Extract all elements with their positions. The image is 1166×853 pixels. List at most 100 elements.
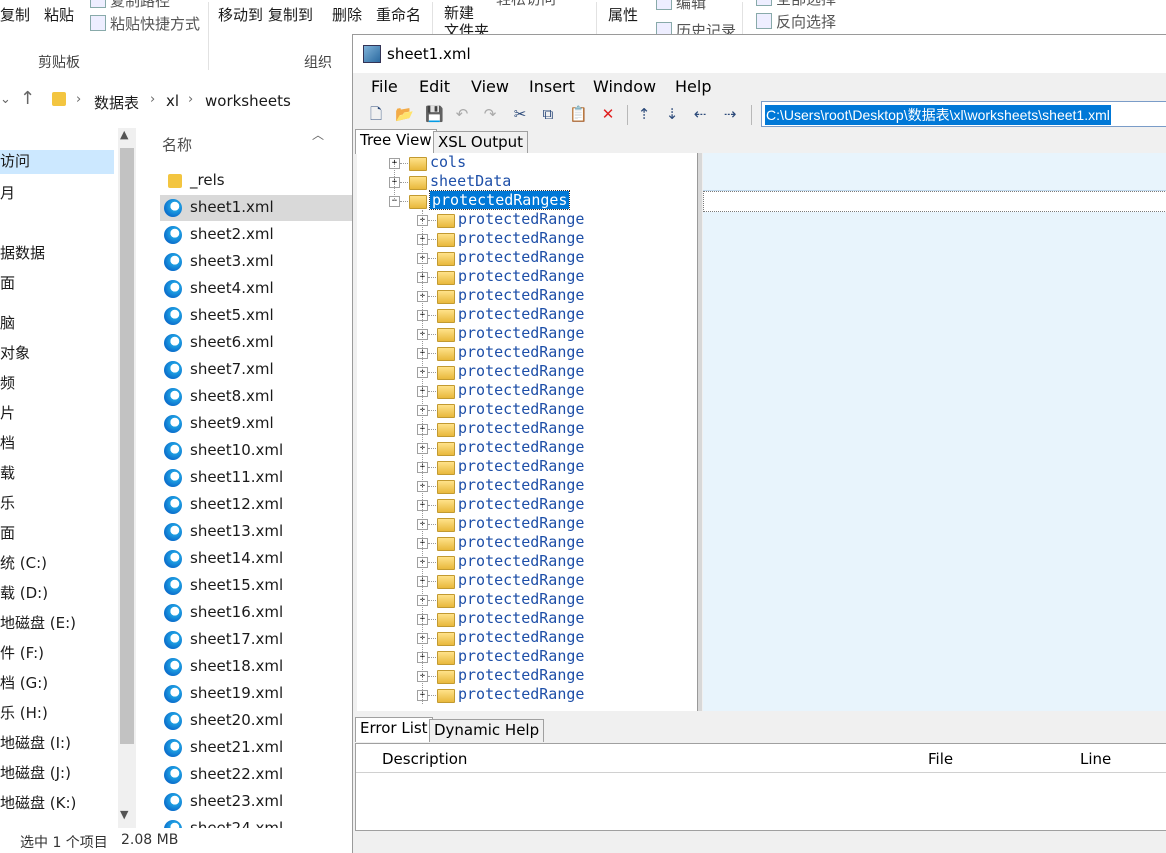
file-list-item[interactable]: sheet20.xml xyxy=(160,708,352,734)
nav-drive-g[interactable]: 档 (G:) xyxy=(0,672,48,693)
nav-item[interactable]: 面 xyxy=(0,272,15,293)
tab-xsl-output[interactable]: XSL Output xyxy=(433,131,529,154)
easy-access-button[interactable]: 轻松访问 xyxy=(496,0,556,9)
copy-to-button[interactable]: 复制到 xyxy=(268,4,313,25)
column-header-description[interactable]: Description xyxy=(374,744,921,773)
tab-tree-view[interactable]: Tree View xyxy=(355,129,437,154)
tree-node-protectedrange[interactable]: + protectedRange xyxy=(357,419,697,438)
tree-node-protectedrange[interactable]: + protectedRange xyxy=(357,457,697,476)
file-list-item[interactable]: _rels xyxy=(160,168,352,194)
tree-node-protectedrange[interactable]: + protectedRange xyxy=(357,495,697,514)
nav-item[interactable]: 载 xyxy=(0,462,15,483)
file-list-item[interactable]: sheet4.xml xyxy=(160,276,352,302)
copy-button[interactable]: 复制 xyxy=(0,4,30,25)
file-list-item[interactable]: sheet22.xml xyxy=(160,762,352,788)
tree-node-protectedrange[interactable]: + protectedRange xyxy=(357,476,697,495)
file-list-item[interactable]: sheet21.xml xyxy=(160,735,352,761)
move-to-button[interactable]: 移动到 xyxy=(218,4,263,25)
tree-node-protectedrange[interactable]: + protectedRange xyxy=(357,305,697,324)
chevron-down-icon[interactable]: ⌄ xyxy=(0,92,11,107)
new-file-icon[interactable]: 🗋 xyxy=(367,105,385,123)
menu-window[interactable]: Window xyxy=(593,77,656,96)
nav-item[interactable]: 片 xyxy=(0,402,15,423)
nudge-up-icon[interactable]: ⇡ xyxy=(635,105,653,123)
nav-item[interactable]: 档 xyxy=(0,432,15,453)
paste-icon[interactable]: 📋 xyxy=(569,105,588,123)
tab-dynamic-help[interactable]: Dynamic Help xyxy=(429,719,545,742)
cut-icon[interactable]: ✂ xyxy=(511,105,529,123)
up-arrow-icon[interactable]: ↑ xyxy=(20,88,35,109)
tree-node-protectedrange[interactable]: + protectedRange xyxy=(357,286,697,305)
column-header-name[interactable]: 名称 xyxy=(162,134,192,155)
node-value-pane[interactable] xyxy=(703,153,1166,711)
nudge-right-icon[interactable]: ⇢ xyxy=(721,105,739,123)
file-list-item[interactable]: sheet2.xml xyxy=(160,222,352,248)
nav-item[interactable]: 访问 xyxy=(0,150,114,174)
file-list-item[interactable]: sheet5.xml xyxy=(160,303,352,329)
tree-node-protectedrange[interactable]: + protectedRange xyxy=(357,590,697,609)
menu-insert[interactable]: Insert xyxy=(529,77,575,96)
delete-icon[interactable]: ✕ xyxy=(599,105,617,123)
copy-icon[interactable]: ⧉ xyxy=(539,105,557,123)
file-list-item[interactable]: sheet11.xml xyxy=(160,465,352,491)
breadcrumb-item[interactable]: worksheets xyxy=(205,92,291,110)
tree-node-protectedrange[interactable]: + protectedRange xyxy=(357,267,697,286)
select-all-button[interactable]: 全部选择 xyxy=(756,0,836,9)
tree-node-protectedrange[interactable]: + protectedRange xyxy=(357,514,697,533)
nav-drive-j[interactable]: 地磁盘 (J:) xyxy=(0,762,71,783)
nav-item[interactable]: 频 xyxy=(0,372,15,393)
file-list-item[interactable]: sheet8.xml xyxy=(160,384,352,410)
tree-node-protectedrange[interactable]: + protectedRange xyxy=(357,666,697,685)
column-header-file[interactable]: File xyxy=(920,744,1073,773)
nav-item[interactable]: 月 xyxy=(0,182,15,203)
file-list-item[interactable]: sheet13.xml xyxy=(160,519,352,545)
title-bar[interactable]: sheet1.xml xyxy=(353,35,1166,73)
tree-node-protectedrange[interactable]: + protectedRange xyxy=(357,685,697,704)
rename-button[interactable]: 重命名 xyxy=(376,4,421,25)
redo-icon[interactable]: ↷ xyxy=(481,105,499,123)
nav-item[interactable]: 面 xyxy=(0,522,15,543)
file-list-item[interactable]: sheet16.xml xyxy=(160,600,352,626)
file-list-item[interactable]: sheet12.xml xyxy=(160,492,352,518)
nav-item[interactable]: 据数据 xyxy=(0,242,45,263)
address-bar[interactable]: ⌄ ↑ › 数据表 › xl › worksheets xyxy=(0,76,360,124)
column-header-line[interactable]: Line xyxy=(1072,744,1166,773)
tree-node-protectedrange[interactable]: + protectedRange xyxy=(357,381,697,400)
tree-splitter[interactable] xyxy=(697,153,702,711)
nav-drive-k[interactable]: 地磁盘 (K:) xyxy=(0,792,76,813)
selected-value-cell[interactable] xyxy=(703,191,1166,212)
scroll-down-icon[interactable]: ▼ xyxy=(120,808,128,821)
breadcrumb-item[interactable]: 数据表 xyxy=(94,92,139,113)
menu-view[interactable]: View xyxy=(471,77,509,96)
file-list-item[interactable]: sheet10.xml xyxy=(160,438,352,464)
file-list-item[interactable]: sheet3.xml xyxy=(160,249,352,275)
edit-button[interactable]: 编辑 xyxy=(656,0,706,13)
file-list-item[interactable]: sheet7.xml xyxy=(160,357,352,383)
nav-drive-h[interactable]: 乐 (H:) xyxy=(0,702,48,723)
paste-button[interactable]: 粘贴 xyxy=(44,4,74,25)
scroll-up-icon[interactable]: ▲ xyxy=(120,128,128,141)
open-folder-icon[interactable]: 📂 xyxy=(395,105,414,123)
nav-drive-i[interactable]: 地磁盘 (I:) xyxy=(0,732,71,753)
file-list-item[interactable]: sheet24.xml xyxy=(160,816,352,828)
nav-drive-f[interactable]: 件 (F:) xyxy=(0,642,44,663)
file-list-item[interactable]: sheet6.xml xyxy=(160,330,352,356)
tree-node-protectedrange[interactable]: + protectedRange xyxy=(357,362,697,381)
file-list-item[interactable]: sheet1.xml xyxy=(160,195,352,221)
properties-button[interactable]: 属性 xyxy=(608,4,638,25)
tree-node-protectedrange[interactable]: + protectedRange xyxy=(357,628,697,647)
tree-node-protectedrange[interactable]: + protectedRange xyxy=(357,609,697,628)
save-icon[interactable]: 💾 xyxy=(425,105,444,123)
file-list-item[interactable]: sheet19.xml xyxy=(160,681,352,707)
nav-item[interactable]: 乐 xyxy=(0,492,15,513)
nav-item[interactable]: 脑 xyxy=(0,312,15,333)
file-path-field[interactable]: C:\Users\root\Desktop\数据表\xl\worksheets\… xyxy=(761,101,1166,127)
tree-node-sheetdata[interactable]: + sheetData xyxy=(357,172,697,191)
breadcrumb-item[interactable]: xl xyxy=(166,92,179,110)
tree-node-protectedrange[interactable]: + protectedRange xyxy=(357,343,697,362)
menu-file[interactable]: File xyxy=(371,77,398,96)
tree-node-protectedrange[interactable]: + protectedRange xyxy=(357,533,697,552)
file-list-item[interactable]: sheet9.xml xyxy=(160,411,352,437)
paste-shortcut-button[interactable]: 粘贴快捷方式 xyxy=(90,13,200,34)
copy-path-button[interactable]: 复制路径 xyxy=(90,0,170,11)
